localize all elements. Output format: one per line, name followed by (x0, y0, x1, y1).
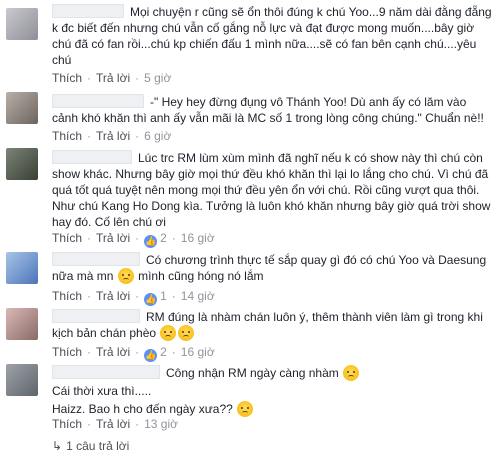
comment-actions: Thích · Trả lời · 6 giờ (52, 129, 172, 143)
timestamp[interactable]: 14 giờ (181, 289, 215, 303)
comment-actions: Thích · Trả lời · 13 giờ (52, 417, 178, 431)
timestamp[interactable]: 16 giờ (181, 345, 215, 359)
sad-face-emoji-icon (160, 325, 177, 341)
timestamp[interactable]: 5 giờ (144, 71, 171, 85)
like-link[interactable]: Thích (52, 129, 82, 143)
comment-actions: Thích · Trả lời · 👍 1 · 14 giờ (52, 289, 215, 306)
like-link[interactable]: Thích (52, 71, 82, 85)
commenter-name[interactable] (52, 365, 160, 379)
like-reaction-icon[interactable]: 👍 (144, 235, 158, 248)
avatar[interactable] (6, 308, 38, 340)
commenter-name[interactable] (52, 252, 140, 266)
view-replies-label[interactable]: 1 câu trả lời (66, 439, 129, 453)
reply-link[interactable]: Trả lời (96, 129, 130, 143)
like-count[interactable]: 2 (160, 231, 167, 245)
sad-face-emoji-icon (343, 365, 360, 381)
reply-link[interactable]: Trả lời (96, 345, 130, 359)
comment-line: Haizz. Bao h cho đến ngày xưa?? (52, 402, 233, 416)
reply-link[interactable]: Trả lời (96, 417, 130, 431)
commenter-name[interactable] (52, 4, 124, 18)
comment-actions: Thích · Trả lời · 👍 2 · 16 giờ (52, 231, 215, 248)
commenter-name[interactable] (52, 150, 132, 164)
comment-body: Lúc trc RM lùm xùm mình đã nghĩ nếu k có… (52, 150, 492, 230)
comment-body: RM đúng là nhàm chán luôn ý, thêm thành … (52, 309, 492, 341)
comment-actions: Thích · Trả lời · 👍 2 · 16 giờ (52, 345, 215, 362)
like-reaction-icon[interactable]: 👍 (144, 293, 158, 306)
avatar[interactable] (6, 8, 38, 40)
timestamp[interactable]: 13 giờ (144, 417, 178, 431)
sad-face-emoji-icon (178, 325, 195, 341)
commenter-name[interactable] (52, 94, 144, 108)
comment-body: Công nhận RM ngày càng nhàm Cái thời xưa… (52, 365, 492, 417)
avatar[interactable] (6, 252, 38, 284)
reply-arrow-icon: ↳ (52, 439, 63, 453)
timestamp[interactable]: 16 giờ (181, 231, 215, 245)
like-count[interactable]: 2 (160, 345, 167, 359)
like-link[interactable]: Thích (52, 289, 82, 303)
comment-thread: Mọi chuyện r cũng sẽ ổn thôi đúng k chú … (0, 0, 500, 463)
comment-text-cont: mình cũng hóng nó lắm (138, 269, 264, 283)
comment-body: Mọi chuyện r cũng sẽ ổn thôi đúng k chú … (52, 4, 492, 68)
like-link[interactable]: Thích (52, 231, 82, 245)
reply-link[interactable]: Trả lời (96, 71, 130, 85)
reply-link[interactable]: Trả lời (96, 231, 130, 245)
like-reaction-icon[interactable]: 👍 (144, 349, 158, 362)
view-replies-link[interactable]: ↳ 1 câu trả lời (52, 438, 129, 454)
like-link[interactable]: Thích (52, 345, 82, 359)
sad-face-emoji-icon (237, 401, 254, 417)
timestamp[interactable]: 6 giờ (144, 129, 171, 143)
commenter-name[interactable] (52, 309, 140, 323)
comment-body: Có chương trình thực tế sắp quay gì đó c… (52, 252, 492, 284)
reply-link[interactable]: Trả lời (96, 289, 130, 303)
comment-body: -" Hey hey đừng đụng vô Thánh Yoo! Dù an… (52, 94, 492, 126)
comment-line: Công nhận RM ngày càng nhàm (166, 366, 339, 380)
comment-actions: Thích · Trả lời · 5 giờ (52, 71, 172, 85)
like-count[interactable]: 1 (160, 289, 167, 303)
like-link[interactable]: Thích (52, 417, 82, 431)
comment-line: Cái thời xưa thì..... (52, 384, 152, 398)
avatar[interactable] (6, 92, 38, 124)
avatar[interactable] (6, 364, 38, 396)
avatar[interactable] (6, 148, 38, 180)
sad-face-emoji-icon (117, 268, 134, 284)
